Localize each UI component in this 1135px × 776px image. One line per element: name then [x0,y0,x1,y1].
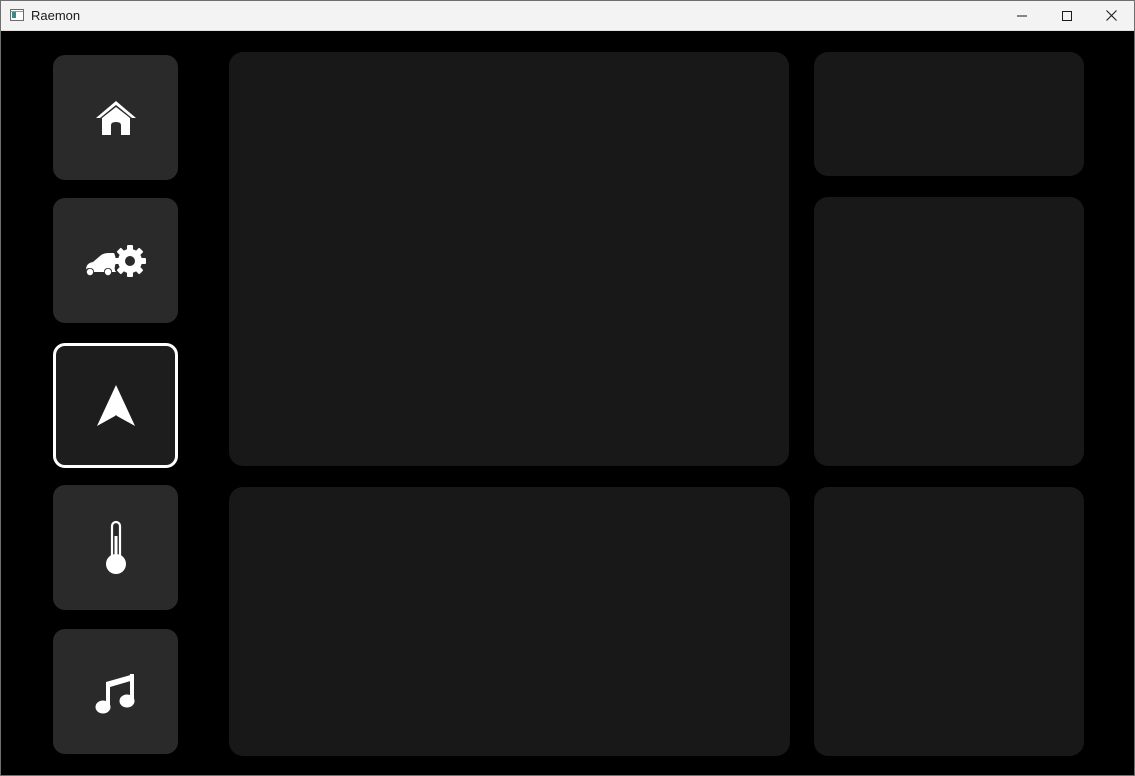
minimize-icon [1016,15,1027,16]
close-icon [1106,10,1117,21]
maximize-button[interactable] [1044,1,1089,30]
side-panel-middle [814,197,1084,466]
close-button[interactable] [1089,1,1134,30]
music-note-icon [95,673,134,713]
side-panel-bottom [814,487,1084,756]
app-icon [10,9,24,21]
home-icon [95,100,136,135]
navigation-arrow-icon [96,384,135,426]
main-panel-top [229,52,789,466]
side-panel-top [814,52,1084,176]
maximize-icon [1061,10,1072,21]
nav-music-button[interactable] [53,629,178,754]
nav-home-button[interactable] [53,55,178,180]
main-panel-bottom [229,487,790,756]
nav-climate-button[interactable] [53,485,178,610]
nav-navigation-button[interactable] [53,343,178,468]
minimize-button[interactable] [999,1,1044,30]
window-title: Raemon [31,8,81,23]
thermometer-icon [105,520,126,574]
car-gear-icon [85,244,146,277]
title-bar[interactable]: Raemon [1,1,1134,31]
app-window: Raemon [0,0,1135,776]
main-content [1,31,1134,775]
nav-vehicle-settings-button[interactable] [53,198,178,323]
